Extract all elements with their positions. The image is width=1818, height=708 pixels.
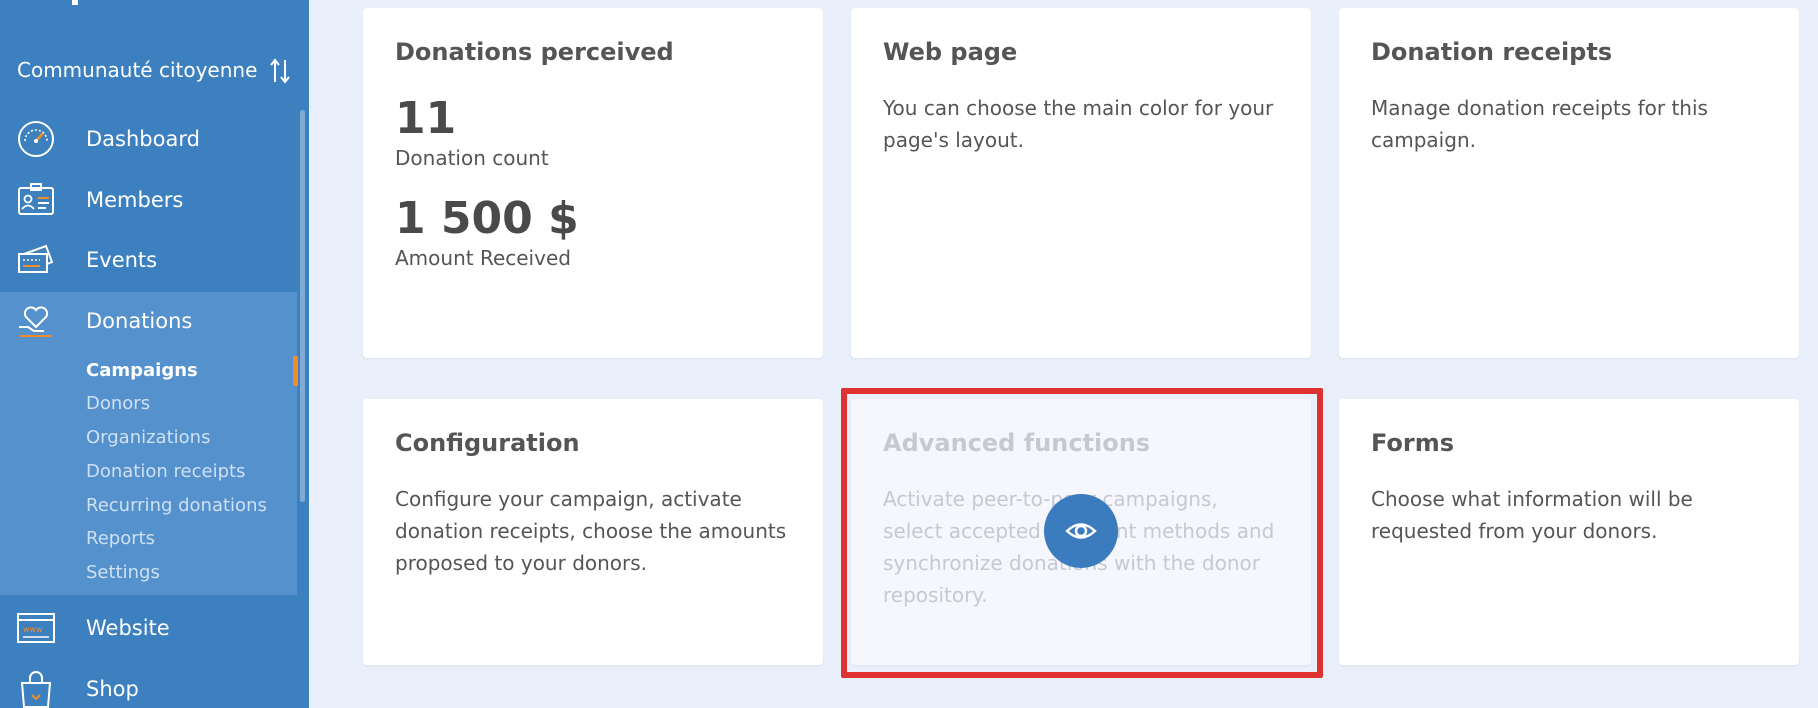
card-title: Configuration <box>395 429 580 457</box>
configuration-card[interactable]: Configuration Configure your campaign, a… <box>363 399 823 665</box>
amount-received-label: Amount Received <box>395 246 571 270</box>
sidebar-item-dashboard[interactable]: Dashboard <box>0 110 297 168</box>
speedometer-icon <box>18 121 54 157</box>
ticket-icon <box>18 244 54 273</box>
heart-hand-icon <box>19 306 52 337</box>
web-page-card[interactable]: Web page You can choose the main color f… <box>851 8 1311 358</box>
donations-perceived-card: Donations perceived 11 Donation count 1 … <box>363 8 823 358</box>
card-title: Donation receipts <box>1371 38 1613 66</box>
card-title: Web page <box>883 38 1018 66</box>
subnav-item-donors[interactable]: Donors <box>86 393 150 414</box>
eye-icon <box>1065 523 1097 539</box>
sidebar-item-website[interactable]: www Website <box>0 599 297 657</box>
browser-window-icon: www <box>17 613 55 643</box>
organization-name: Communauté citoyenne <box>17 58 258 82</box>
subnav-item-organizations[interactable]: Organizations <box>86 427 210 448</box>
sidebar-item-label: Website <box>86 616 170 640</box>
subnav-item-reports[interactable]: Reports <box>86 528 155 549</box>
card-title: Donations perceived <box>395 38 674 66</box>
current-page-marker <box>293 356 298 386</box>
sidebar-scrollbar[interactable] <box>300 110 305 502</box>
sidebar-item-label: Donations <box>86 309 193 333</box>
card-title: Advanced functions <box>883 429 1151 457</box>
card-description: Manage donation receipts for this campai… <box>1371 96 1708 152</box>
preview-button[interactable] <box>1044 494 1118 568</box>
sidebar: Communauté citoyenne Dashboard Members E… <box>0 0 309 708</box>
card-description: Configure your campaign, activate donati… <box>395 487 787 575</box>
sidebar-item-label: Dashboard <box>86 127 200 151</box>
subnav-item-donation-receipts[interactable]: Donation receipts <box>86 461 245 482</box>
swap-arrows-icon[interactable] <box>269 58 291 84</box>
subnav-item-recurring-donations[interactable]: Recurring donations <box>86 495 267 516</box>
donation-receipts-card[interactable]: Donation receipts Manage donation receip… <box>1339 8 1799 358</box>
amount-received-value: 1 500 $ <box>395 193 579 244</box>
donation-count-value: 11 <box>395 93 457 144</box>
shopping-bag-icon <box>20 671 52 708</box>
forms-card[interactable]: Forms Choose what information will be re… <box>1339 399 1799 665</box>
svg-text:www: www <box>23 625 43 634</box>
logo-fragment <box>72 0 78 5</box>
card-title: Forms <box>1371 429 1455 457</box>
sidebar-item-label: Events <box>86 248 158 272</box>
subnav-item-campaigns[interactable]: Campaigns <box>86 360 198 381</box>
sidebar-item-shop[interactable]: Shop <box>0 660 297 708</box>
sidebar-item-label: Shop <box>86 677 139 701</box>
donations-submenu: Campaigns Donors Organizations Donation … <box>0 350 297 595</box>
sidebar-item-label: Members <box>86 188 184 212</box>
id-card-icon <box>18 183 54 215</box>
sidebar-item-members[interactable]: Members <box>0 171 297 229</box>
sidebar-item-events[interactable]: Events <box>0 231 297 289</box>
card-description: You can choose the main color for your p… <box>883 96 1274 152</box>
sidebar-item-donations[interactable]: Donations <box>0 292 297 350</box>
donation-count-label: Donation count <box>395 146 549 170</box>
sidebar-scrollbar-thumb[interactable] <box>300 110 305 502</box>
card-description: Choose what information will be requeste… <box>1371 487 1693 543</box>
organization-switcher[interactable]: Communauté citoyenne <box>0 52 309 88</box>
subnav-item-settings[interactable]: Settings <box>86 562 160 583</box>
